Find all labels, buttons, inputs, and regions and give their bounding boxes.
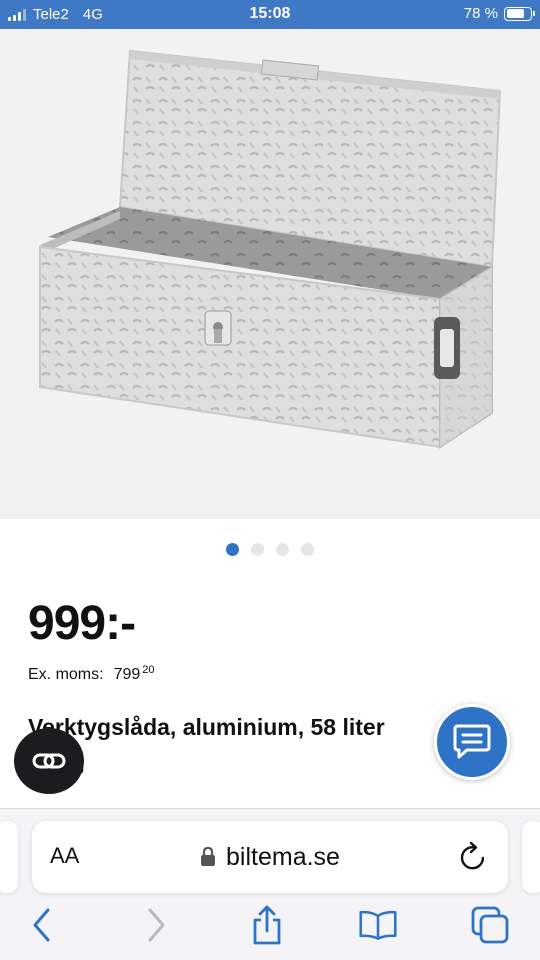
product-price: 999:-	[28, 597, 136, 650]
carousel-dot[interactable]	[276, 543, 289, 556]
back-button[interactable]	[22, 905, 62, 945]
chat-bubble-icon	[453, 724, 491, 759]
chevron-left-icon	[33, 908, 50, 942]
link-button[interactable]	[14, 728, 84, 794]
share-button[interactable]	[247, 905, 287, 945]
url-field[interactable]: biltema.se	[32, 843, 508, 874]
ex-moms-value: 799	[113, 666, 141, 683]
battery-percent: 78 %	[463, 5, 498, 22]
bookmarks-button[interactable]	[358, 905, 398, 945]
product-image[interactable]	[0, 29, 540, 519]
ex-moms-decimals: 20	[142, 664, 155, 676]
chevron-right-icon	[148, 908, 165, 942]
reload-button[interactable]	[458, 841, 488, 878]
carousel-dot[interactable]	[226, 543, 239, 556]
forward-button[interactable]	[136, 905, 176, 945]
carousel-dot[interactable]	[251, 543, 264, 556]
previous-tab-card[interactable]	[0, 821, 18, 893]
carousel-dot[interactable]	[301, 543, 314, 556]
address-bar[interactable]: AA biltema.se	[32, 821, 508, 893]
carousel-dots[interactable]	[0, 543, 540, 556]
link-icon	[32, 753, 66, 769]
ex-moms-label: Ex. moms:	[28, 666, 104, 683]
chat-button[interactable]	[434, 704, 510, 780]
status-bar: Tele2 4G 15:08 78 %	[0, 0, 540, 29]
ex-moms-price: Ex. moms: 799 20	[28, 664, 155, 684]
browser-chrome: AA biltema.se	[0, 808, 540, 960]
share-icon	[253, 905, 281, 945]
status-right: 78 %	[463, 5, 535, 22]
url-text: biltema.se	[226, 843, 340, 871]
lock-icon	[200, 845, 216, 874]
aluminium-toolbox-photo	[39, 49, 502, 449]
next-tab-card[interactable]	[522, 821, 540, 893]
battery-icon	[504, 6, 535, 21]
status-time: 15:08	[249, 5, 291, 22]
product-title: Verktygslåda, aluminium, 58 liter	[28, 714, 385, 740]
tabs-button[interactable]	[470, 905, 510, 945]
tabs-icon	[471, 906, 509, 944]
reload-icon	[460, 841, 485, 870]
book-icon	[359, 910, 397, 940]
browser-toolbar	[0, 905, 540, 951]
